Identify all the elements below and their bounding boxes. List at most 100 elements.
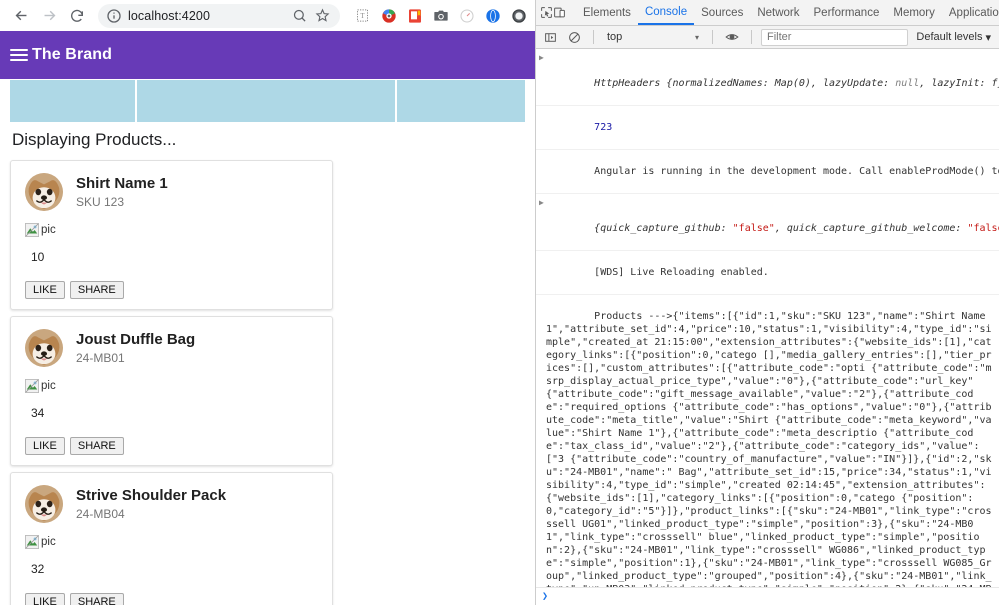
like-button[interactable]: LIKE (25, 593, 65, 605)
console-message-products[interactable]: Products --->{"items":[{"id":1,"sku":"SK… (536, 295, 999, 587)
devtools-tabbar: Elements Console Sources Network Perform… (536, 0, 999, 26)
hamburger-menu-icon[interactable] (10, 49, 28, 61)
omnibox-actions (292, 8, 334, 23)
placeholder-blocks-row (0, 79, 535, 122)
dog-avatar-icon (25, 329, 63, 367)
star-icon[interactable] (315, 8, 330, 23)
console-message-number[interactable]: 723 (536, 106, 999, 150)
product-card-actions: LIKE SHARE (25, 593, 318, 605)
share-button[interactable]: SHARE (69, 437, 124, 455)
quick-capture-value-2: "false" (967, 223, 999, 234)
broken-image-placeholder: pic (25, 379, 318, 393)
execution-context-selector[interactable]: top ▾ (603, 31, 703, 43)
product-price: 34 (31, 406, 45, 420)
product-card-titles: Strive Shoulder Pack 24-MB04 (76, 487, 226, 522)
expand-triangle-icon[interactable]: ▶ (539, 51, 544, 64)
text-tool-extension-icon[interactable]: T (354, 7, 371, 24)
tab-sources[interactable]: Sources (694, 0, 750, 25)
opera-logo-icon (485, 8, 500, 23)
tab-performance[interactable]: Performance (807, 0, 887, 25)
broken-image-alt-text: pic (41, 224, 56, 236)
browser-toolbar: localhost:4200 T (0, 0, 535, 31)
profile-avatar-icon[interactable] (510, 7, 527, 24)
search-icon[interactable] (292, 8, 307, 23)
colorpicker-extension-icon[interactable] (380, 7, 397, 24)
reload-icon (71, 9, 83, 22)
log-levels-dropdown[interactable]: Default levels ▾ (912, 31, 995, 44)
http-headers-suffix: , lazyInit: f} (919, 78, 999, 89)
inspect-element-icon[interactable] (540, 2, 553, 24)
address-bar[interactable]: localhost:4200 (98, 3, 340, 28)
no-entry-icon (568, 31, 580, 43)
broken-image-alt-text: pic (41, 536, 56, 548)
product-card-titles: Shirt Name 1 SKU 123 (76, 175, 168, 210)
application-window: localhost:4200 T The Brand Displaying Pr… (0, 0, 999, 605)
color-wheel-icon (381, 8, 396, 23)
product-sku: SKU 123 (76, 195, 125, 210)
product-price: 32 (31, 562, 45, 576)
product-card[interactable]: Joust Duffle Bag 24-MB01 pic 34 LIKE SHA… (10, 316, 333, 466)
console-message-angular-dev[interactable]: Angular is running in the development mo… (536, 150, 999, 194)
tab-console[interactable]: Console (637, 0, 695, 25)
number-log-value: 723 (594, 122, 613, 133)
devtools-pane: Elements Console Sources Network Perform… (536, 0, 999, 605)
gauge-icon (459, 8, 474, 23)
placeholder-block-1 (10, 80, 135, 122)
broken-image-icon (25, 379, 39, 393)
tab-application[interactable]: Application (942, 0, 999, 25)
live-expression-eye-icon[interactable] (722, 28, 742, 46)
product-card-header: Strive Shoulder Pack 24-MB04 (25, 485, 318, 523)
forward-button[interactable] (36, 3, 62, 29)
like-button[interactable]: LIKE (25, 281, 65, 299)
http-headers-prefix: HttpHeaders {normalizedNames: Map(0), la… (594, 78, 896, 89)
execution-context-value: top (607, 31, 623, 43)
product-card-header: Shirt Name 1 SKU 123 (25, 173, 318, 211)
product-card-titles: Joust Duffle Bag 24-MB01 (76, 331, 195, 366)
share-button[interactable]: SHARE (69, 281, 124, 299)
angular-dev-text: Angular is running in the development mo… (594, 166, 999, 177)
bookmark-manager-extension-icon[interactable] (406, 7, 423, 24)
expand-triangle-icon[interactable]: ▶ (539, 196, 544, 209)
toolbar-divider (712, 30, 713, 44)
console-message-object[interactable]: ▶ HttpHeaders {normalizedNames: Map(0), … (536, 49, 999, 106)
like-button[interactable]: LIKE (25, 437, 65, 455)
product-sku: 24-MB04 (76, 507, 125, 522)
product-card[interactable]: Strive Shoulder Pack 24-MB04 pic 32 LIKE… (10, 472, 333, 605)
share-button[interactable]: SHARE (69, 593, 124, 605)
opera-extension-icon[interactable] (484, 7, 501, 24)
back-button[interactable] (8, 3, 34, 29)
placeholder-block-3 (397, 80, 525, 122)
address-bar-url: localhost:4200 (128, 8, 211, 23)
tab-elements[interactable]: Elements (576, 0, 638, 25)
console-filter-input[interactable] (761, 28, 909, 46)
broken-image-icon (25, 223, 39, 237)
console-prompt[interactable]: ❯ (536, 587, 999, 605)
clear-console-icon[interactable] (564, 28, 584, 46)
info-circle-icon (107, 8, 121, 23)
back-arrow-icon (15, 10, 26, 21)
toolbar-divider (593, 30, 594, 44)
console-message-wds[interactable]: [WDS] Live Reloading enabled. (536, 251, 999, 295)
cursor-select-icon (541, 7, 552, 18)
chevron-down-icon: ▾ (694, 32, 699, 42)
extension-icons: T (348, 7, 527, 24)
console-message-quick-capture[interactable]: ▶ {quick_capture_github: "false", quick_… (536, 194, 999, 251)
product-name: Shirt Name 1 (76, 174, 168, 192)
tab-memory[interactable]: Memory (886, 0, 942, 25)
brand-title: The Brand (32, 46, 113, 63)
console-sidebar-toggle-icon[interactable] (540, 28, 560, 46)
tab-network[interactable]: Network (750, 0, 806, 25)
screenshot-extension-icon[interactable] (432, 7, 449, 24)
dog-avatar-icon (25, 485, 63, 523)
reload-button[interactable] (64, 3, 90, 29)
product-list: Shirt Name 1 SKU 123 pic 10 LIKE SHARE J… (0, 160, 535, 605)
speedtest-extension-icon[interactable] (458, 7, 475, 24)
quick-capture-value-1: "false" (732, 223, 775, 234)
console-messages[interactable]: ▶ HttpHeaders {normalizedNames: Map(0), … (536, 49, 999, 587)
page-title: Displaying Products... (12, 130, 177, 149)
device-toolbar-icon[interactable] (553, 2, 566, 24)
avatar (25, 329, 63, 367)
broken-image-icon (25, 535, 39, 549)
product-card[interactable]: Shirt Name 1 SKU 123 pic 10 LIKE SHARE (10, 160, 333, 310)
products-log-text: Products --->{"items":[{"id":1,"sku":"SK… (546, 311, 992, 587)
